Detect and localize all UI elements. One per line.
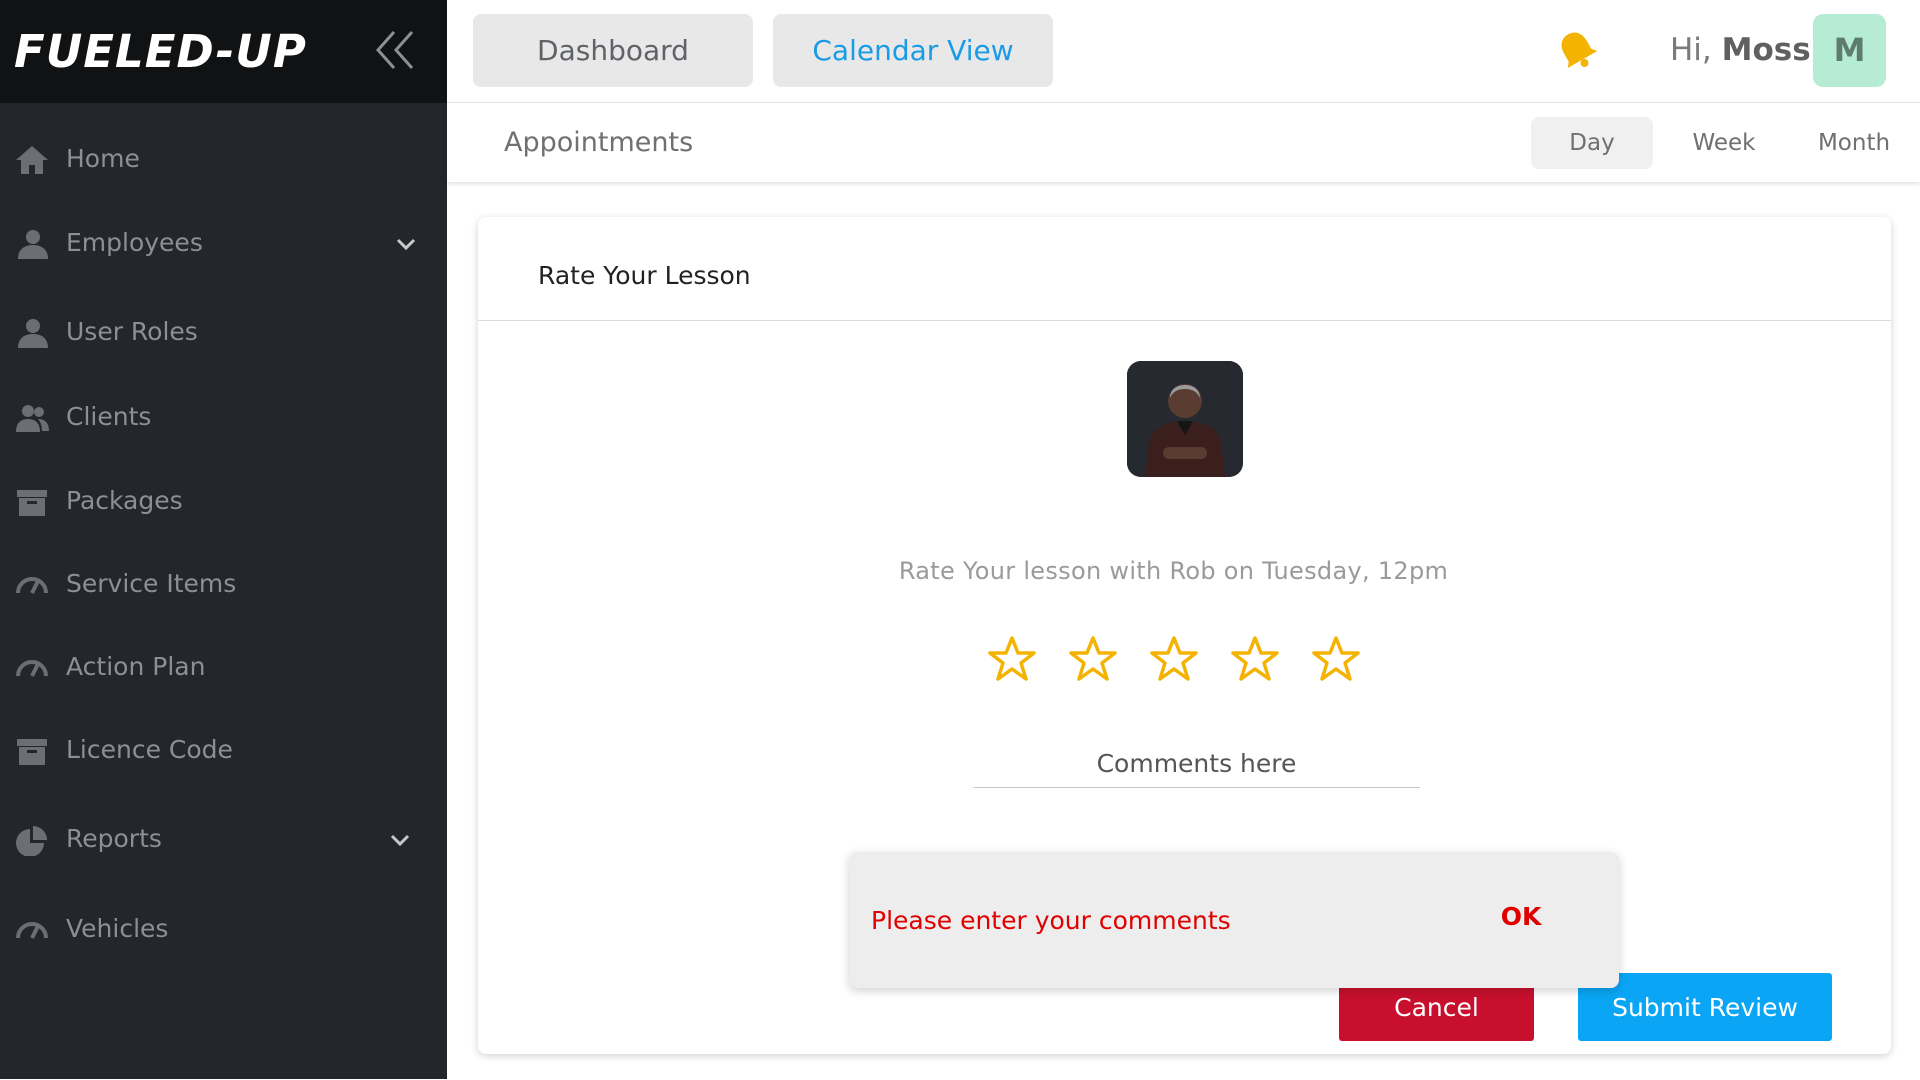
appointments-bar: Appointments Day Week Month bbox=[447, 103, 1920, 182]
instructor-photo bbox=[1127, 361, 1243, 477]
sidebar-item-label: Clients bbox=[66, 402, 152, 431]
star-icon[interactable] bbox=[987, 634, 1037, 684]
sidebar-item-licence-code[interactable]: Licence Code bbox=[0, 721, 447, 781]
sidebar-item-label: User Roles bbox=[66, 317, 198, 346]
dashboard-button[interactable]: Dashboard bbox=[473, 14, 753, 87]
sidebar-item-employees[interactable]: Employees bbox=[0, 214, 447, 274]
sidebar: FUELED-UP Home Employees User Roles Clie… bbox=[0, 0, 447, 1079]
brand-header: FUELED-UP bbox=[0, 0, 447, 103]
sidebar-item-label: Vehicles bbox=[66, 914, 169, 943]
sidebar-item-reports[interactable]: Reports bbox=[0, 810, 447, 870]
sidebar-item-label: Reports bbox=[66, 824, 162, 853]
snackbar-ok-button[interactable]: OK bbox=[1489, 902, 1553, 938]
sidebar-item-clients[interactable]: Clients bbox=[0, 388, 447, 448]
sidebar-item-packages[interactable]: Packages bbox=[0, 472, 447, 532]
tab-week[interactable]: Week bbox=[1663, 117, 1785, 169]
user-icon bbox=[14, 317, 50, 349]
calendar-view-button[interactable]: Calendar View bbox=[773, 14, 1053, 87]
page-title: Appointments bbox=[504, 127, 694, 158]
gauge-icon bbox=[14, 652, 50, 684]
sidebar-item-label: Action Plan bbox=[66, 652, 206, 681]
star-icon[interactable] bbox=[1149, 634, 1199, 684]
chevron-down-icon[interactable] bbox=[394, 232, 418, 256]
comments-input[interactable] bbox=[973, 740, 1420, 788]
sidebar-item-label: Licence Code bbox=[66, 735, 233, 764]
collapse-sidebar-icon[interactable] bbox=[372, 26, 420, 74]
star-icon[interactable] bbox=[1068, 634, 1118, 684]
tab-day[interactable]: Day bbox=[1531, 117, 1653, 169]
home-icon bbox=[14, 144, 50, 176]
sidebar-item-user-roles[interactable]: User Roles bbox=[0, 303, 447, 363]
sidebar-item-label: Home bbox=[66, 144, 140, 173]
users-icon bbox=[14, 402, 50, 434]
card-header: Rate Your Lesson bbox=[478, 217, 1891, 321]
user-name: Moss bbox=[1721, 32, 1811, 68]
star-icon[interactable] bbox=[1311, 634, 1361, 684]
star-rating[interactable] bbox=[987, 634, 1407, 686]
gauge-icon bbox=[14, 914, 50, 946]
validation-snackbar: Please enter your comments OK bbox=[849, 852, 1619, 988]
tab-month[interactable]: Month bbox=[1793, 117, 1915, 169]
greeting-prefix: Hi, bbox=[1670, 32, 1712, 68]
archive-icon bbox=[14, 735, 50, 767]
user-icon bbox=[14, 228, 50, 260]
snackbar-message: Please enter your comments bbox=[871, 906, 1231, 935]
card-title: Rate Your Lesson bbox=[538, 261, 751, 290]
brand-logo-text: FUELED-UP bbox=[14, 25, 307, 78]
sidebar-item-action-plan[interactable]: Action Plan bbox=[0, 638, 447, 698]
gauge-icon bbox=[14, 569, 50, 601]
rating-prompt-text: Rate Your lesson with Rob on Tuesday, 12… bbox=[898, 557, 1449, 585]
avatar[interactable]: M bbox=[1813, 14, 1886, 87]
star-icon[interactable] bbox=[1230, 634, 1280, 684]
chevron-down-icon[interactable] bbox=[388, 828, 412, 852]
sidebar-item-vehicles[interactable]: Vehicles bbox=[0, 900, 447, 960]
sidebar-item-label: Service Items bbox=[66, 569, 237, 598]
bell-icon[interactable] bbox=[1553, 26, 1601, 74]
user-greeting: Hi, Moss bbox=[1670, 32, 1811, 68]
top-bar: Dashboard Calendar View Hi, Moss M bbox=[447, 0, 1920, 103]
sidebar-item-service-items[interactable]: Service Items bbox=[0, 555, 447, 615]
rating-prompt: Rate Your lesson with Rob on Tuesday, 12… bbox=[478, 557, 1891, 585]
archive-icon bbox=[14, 486, 50, 518]
sidebar-item-label: Packages bbox=[66, 486, 183, 515]
sidebar-item-label: Employees bbox=[66, 228, 203, 257]
pie-chart-icon bbox=[14, 824, 50, 857]
sidebar-item-home[interactable]: Home bbox=[0, 130, 447, 190]
